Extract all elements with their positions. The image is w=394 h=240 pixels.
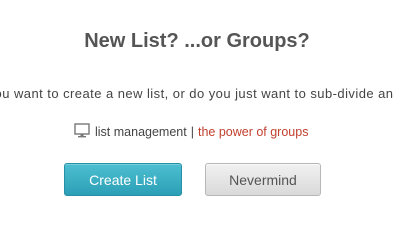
help-links: list management | the power of groups [74, 123, 309, 139]
create-list-button[interactable]: Create List [64, 163, 182, 196]
dialog-title: New List? ...or Groups? [84, 30, 310, 52]
nevermind-button[interactable]: Nevermind [205, 163, 321, 196]
description-wrap: Do you want to create a new list, or do … [0, 86, 394, 106]
monitor-icon [74, 123, 90, 138]
dialog-description: Do you want to create a new list, or do … [0, 86, 394, 101]
link-separator: | [190, 124, 194, 139]
list-management-link[interactable]: list management [95, 125, 187, 139]
power-of-groups-link[interactable]: the power of groups [198, 125, 309, 139]
